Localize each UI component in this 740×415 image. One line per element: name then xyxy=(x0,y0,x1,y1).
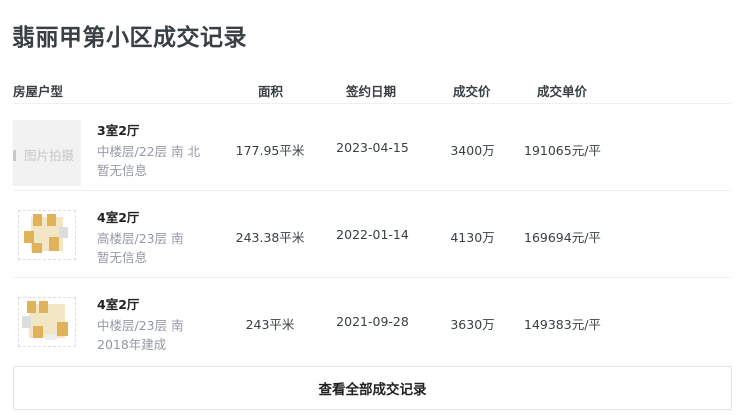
floor-plan-icon xyxy=(24,214,68,253)
deal-price: 3400万 xyxy=(450,143,495,158)
unit-price: 169694元/平 xyxy=(524,230,601,245)
photo-placeholder: 图片拍摄 xyxy=(13,120,81,186)
deal-price: 3630万 xyxy=(450,317,495,332)
floor-plan-icon xyxy=(22,301,68,340)
floor-info: 中楼层/23层 南 xyxy=(97,318,184,333)
area: 243.38平米 xyxy=(235,230,305,245)
floor-plan-image[interactable] xyxy=(18,297,76,347)
header-area: 面积 xyxy=(258,84,284,99)
view-all-records-button[interactable]: 查看全部成交记录 xyxy=(13,366,732,410)
table-row[interactable]: 4室2厅 中楼层/23层 南 2018年建成 243平米 2021-09-28 … xyxy=(0,277,740,363)
placeholder-text: 图片拍摄 xyxy=(13,145,74,164)
sign-date: 2023-04-15 xyxy=(336,140,409,155)
header-unit-price: 成交单价 xyxy=(537,84,588,99)
header-price: 成交价 xyxy=(453,84,491,99)
area: 243平米 xyxy=(245,317,295,332)
floor-info: 中楼层/22层 南 北 xyxy=(97,144,201,159)
page-title: 翡丽甲第小区成交记录 xyxy=(12,25,247,51)
header-layout: 房屋户型 xyxy=(13,84,64,99)
room-layout[interactable]: 4室2厅 xyxy=(97,207,139,226)
floor-plan-image[interactable] xyxy=(18,210,76,260)
table-row[interactable]: 图片拍摄 3室2厅 中楼层/22层 南 北 暂无信息 177.95平米 2023… xyxy=(0,103,740,189)
extra-info: 暂无信息 xyxy=(97,250,148,265)
room-layout[interactable]: 4室2厅 xyxy=(97,294,139,313)
room-layout[interactable]: 3室2厅 xyxy=(97,120,139,139)
extra-info: 2018年建成 xyxy=(97,337,167,352)
table-row[interactable]: 4室2厅 高楼层/23层 南 暂无信息 243.38平米 2022-01-14 … xyxy=(0,190,740,276)
unit-price: 191065元/平 xyxy=(524,143,601,158)
floor-info: 高楼层/23层 南 xyxy=(97,231,184,246)
header-date: 签约日期 xyxy=(346,84,397,99)
area: 177.95平米 xyxy=(235,143,305,158)
sign-date: 2021-09-28 xyxy=(336,314,409,329)
unit-price: 149383元/平 xyxy=(524,317,601,332)
deal-price: 4130万 xyxy=(450,230,495,245)
sign-date: 2022-01-14 xyxy=(336,227,409,242)
extra-info: 暂无信息 xyxy=(97,163,148,178)
